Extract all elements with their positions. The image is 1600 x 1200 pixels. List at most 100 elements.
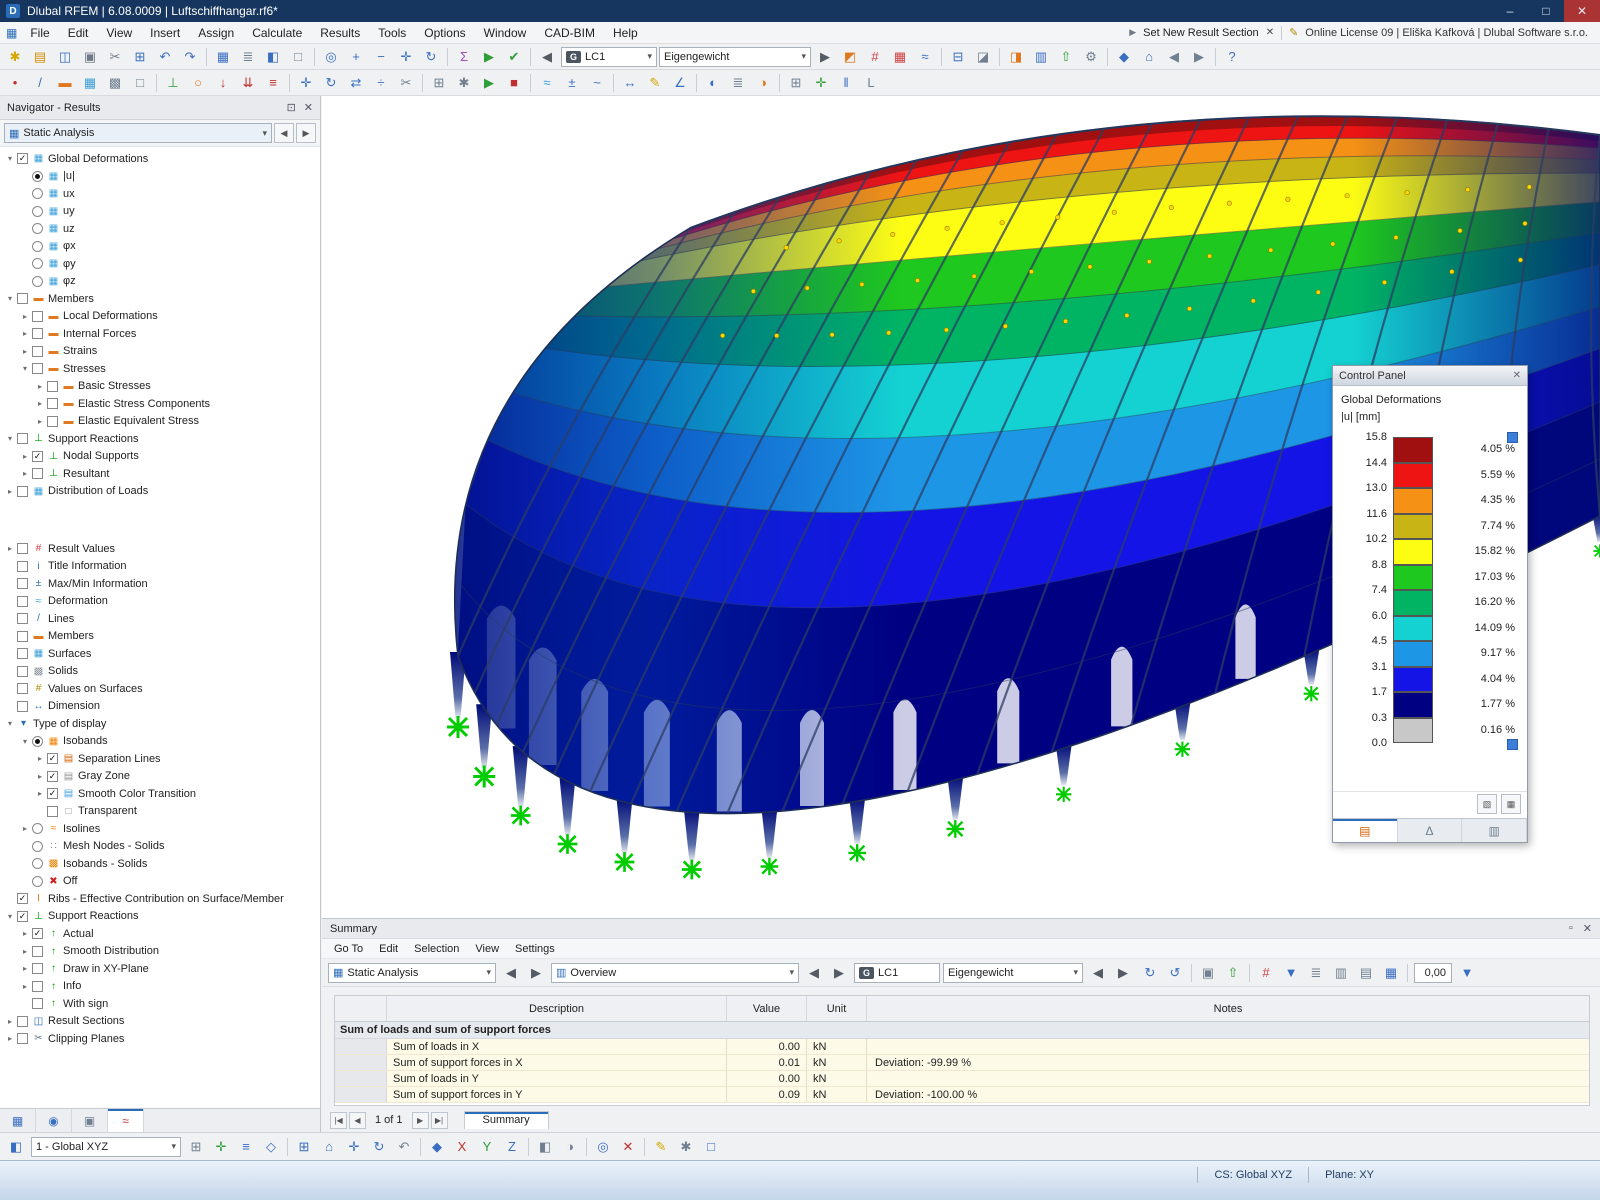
radio[interactable] (32, 188, 43, 199)
file-menu-icon[interactable]: ▦ (6, 26, 17, 40)
chevron-right-icon[interactable]: ▸ (19, 929, 31, 938)
summary-menu-go-to[interactable]: Go To (326, 941, 371, 957)
fix-table-icon[interactable]: ▦ (1379, 962, 1403, 984)
checkbox[interactable] (17, 701, 28, 712)
nav-item-solids[interactable]: ▩Solids (0, 663, 320, 681)
view-x-icon[interactable]: X (450, 1136, 474, 1158)
result-section-label[interactable]: Set New Result Section (1143, 27, 1259, 39)
checkbox-checked[interactable]: ✓ (17, 893, 28, 904)
summary-load-case-title-combo[interactable]: Eigengewicht ▾ (943, 963, 1083, 983)
checkbox-checked[interactable]: ✓ (47, 771, 58, 782)
minimize-button[interactable]: – (1492, 0, 1528, 22)
checkbox[interactable] (32, 998, 43, 1009)
tab-summary[interactable]: Summary (464, 1111, 549, 1129)
previous-view-icon[interactable]: ◀ (1162, 46, 1186, 68)
calculate-icon[interactable]: ▶ (477, 46, 501, 68)
trim-icon[interactable]: ✂ (394, 72, 418, 94)
mirror-icon[interactable]: ⇄ (344, 72, 368, 94)
nav-item-resultant[interactable]: ▸⊥Resultant (0, 465, 320, 483)
nav-item-title-information[interactable]: iTitle Information (0, 558, 320, 576)
checkbox-checked[interactable]: ✓ (32, 928, 43, 939)
result-section-close-icon[interactable]: ✕ (1266, 27, 1274, 38)
menu-window[interactable]: Window (475, 24, 536, 42)
summary-menu-edit[interactable]: Edit (371, 941, 406, 957)
result-section-run-icon[interactable]: ▶ (1129, 27, 1136, 38)
summary-menu-settings[interactable]: Settings (507, 941, 563, 957)
summary-menu-selection[interactable]: Selection (406, 941, 467, 957)
nav-item-u[interactable]: ▦|u| (0, 168, 320, 186)
checkbox-checked[interactable]: ✓ (47, 788, 58, 799)
navigator-close-icon[interactable]: ✕ (304, 101, 313, 114)
visibility-icon[interactable]: ◐ (701, 72, 725, 94)
nav-item-draw-in-xy-plane[interactable]: ▸↑Draw in XY-Plane (0, 960, 320, 978)
snap-toggle-icon[interactable]: ✛ (209, 1136, 233, 1158)
checkbox[interactable] (17, 293, 28, 304)
decimal-places-display[interactable]: 0,00 (1414, 963, 1452, 983)
settings-icon[interactable]: ⚙ (1079, 46, 1103, 68)
dimension-icon[interactable]: ↔ (618, 72, 642, 94)
nav-item-dimension[interactable]: ↔Dimension (0, 698, 320, 716)
undo-icon[interactable]: ↶ (153, 46, 177, 68)
checkbox[interactable] (47, 398, 58, 409)
radio[interactable] (32, 241, 43, 252)
load-case-combo[interactable]: G LC1 ▾ (561, 47, 657, 67)
guides-icon[interactable]: ≡ (234, 1136, 258, 1158)
cut-icon[interactable]: ✂ (103, 46, 127, 68)
chevron-right-icon[interactable]: ▸ (19, 947, 31, 956)
summary-menu-view[interactable]: View (467, 941, 507, 957)
tab-views-navigator[interactable]: ▣ (72, 1109, 108, 1132)
nav-item-surfaces[interactable]: ▦Surfaces (0, 645, 320, 663)
view-y-icon[interactable]: Y (475, 1136, 499, 1158)
surface-icon[interactable]: ▦ (78, 72, 102, 94)
nav-item-strains[interactable]: ▸▬Strains (0, 343, 320, 361)
checkbox[interactable] (17, 683, 28, 694)
next-load-case-icon[interactable]: ▶ (813, 46, 837, 68)
nav-item-smooth-distribution[interactable]: ▸↑Smooth Distribution (0, 943, 320, 961)
nav-item-transparent[interactable]: □Transparent (0, 803, 320, 821)
table-row[interactable]: Sum of support forces in X0.01kNDeviatio… (335, 1055, 1589, 1071)
display-settings-icon[interactable]: ✱ (674, 1136, 698, 1158)
maximize-button[interactable]: □ (1528, 0, 1564, 22)
workplane-icon[interactable]: ◇ (259, 1136, 283, 1158)
nav-item-global-deformations[interactable]: ▾✓▦Global Deformations (0, 150, 320, 168)
menu-view[interactable]: View (97, 24, 141, 42)
checkbox-checked[interactable]: ✓ (47, 753, 58, 764)
surface-load-icon[interactable]: ≡ (261, 72, 285, 94)
chevron-right-icon[interactable]: ▸ (19, 469, 31, 478)
views-icon[interactable]: ◆ (1112, 46, 1136, 68)
radio[interactable] (32, 223, 43, 234)
nav-item-result-sections[interactable]: ▸◫Result Sections (0, 1013, 320, 1031)
nav-item-mesh-nodes-solids[interactable]: ∷Mesh Nodes - Solids (0, 838, 320, 856)
nav-item-type-of-display[interactable]: ▾▾Type of display (0, 715, 320, 733)
chevron-right-icon[interactable]: ▸ (34, 772, 46, 781)
divide-icon[interactable]: ÷ (369, 72, 393, 94)
render-icon[interactable]: ◑ (751, 72, 775, 94)
result-table-icon[interactable]: ▦ (888, 46, 912, 68)
next-table-icon[interactable]: ▶ (524, 962, 548, 984)
fullscreen-icon[interactable]: □ (699, 1136, 723, 1158)
open-file-icon[interactable]: ▤ (28, 46, 52, 68)
panel-toggle-icon[interactable]: ◧ (4, 1136, 28, 1158)
opening-icon[interactable]: □ (128, 72, 152, 94)
nav-item-max-min-information[interactable]: ±Max/Min Information (0, 575, 320, 593)
view-z-icon[interactable]: Z (500, 1136, 524, 1158)
nav-item-ribs-effective-contribution-on-surface-member[interactable]: ✓IRibs - Effective Contribution on Surfa… (0, 890, 320, 908)
checkbox[interactable] (17, 648, 28, 659)
previous-page-icon[interactable]: ◀ (349, 1112, 366, 1129)
measure-icon[interactable]: ∠ (668, 72, 692, 94)
checkbox[interactable] (32, 346, 43, 357)
pan-view-icon[interactable]: ✛ (342, 1136, 366, 1158)
isometric-view-icon[interactable]: ◆ (425, 1136, 449, 1158)
save-icon[interactable]: ◫ (53, 46, 77, 68)
chevron-down-icon[interactable]: ▾ (19, 364, 31, 373)
chevron-down-icon[interactable]: ▾ (4, 434, 16, 443)
annotation-icon[interactable]: ✎ (643, 72, 667, 94)
nav-item-distribution-of-loads[interactable]: ▸▦Distribution of Loads (0, 483, 320, 501)
nav-item-with-sign[interactable]: ↑With sign (0, 995, 320, 1013)
radio[interactable] (32, 276, 43, 287)
checkbox[interactable] (17, 561, 28, 572)
table-row[interactable]: Sum of loads in Y0.00kN (335, 1071, 1589, 1087)
scale-slider-handle-top[interactable] (1507, 432, 1518, 443)
menu-insert[interactable]: Insert (141, 24, 189, 42)
clipping-icon[interactable]: ◪ (971, 46, 995, 68)
